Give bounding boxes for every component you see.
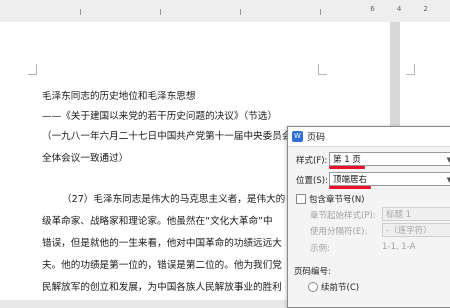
red-underline-annotation — [329, 186, 371, 189]
document-line: 级革命家、战略家和理论家。他虽然在“文化大革命”中 — [42, 216, 273, 227]
crop-mark-left — [28, 64, 37, 75]
chevron-down-icon[interactable]: ▼ — [447, 153, 450, 167]
position-value: 顶端居右 — [333, 175, 368, 185]
crop-mark-next — [406, 64, 415, 75]
continue-radio[interactable] — [308, 282, 318, 292]
include-chapter-label: 包含章节号(N) — [309, 195, 365, 205]
separator-label: 使用分隔符(E): — [310, 227, 368, 237]
ruler-numbers: 6 4 2 — [370, 5, 438, 13]
document-line: 夫。他的功绩是第一位的，错误是第二位的。他为我们党 — [42, 260, 282, 271]
document-line: 错误，但是就他的一生来看，他对中国革命的功绩远远大 — [42, 238, 282, 249]
dialog-title: 页码 — [307, 133, 326, 143]
chapter-style-value: 标题 1 — [386, 210, 412, 220]
separator-value: -（连字符） — [386, 226, 432, 236]
crop-mark-right — [318, 64, 327, 75]
ruler-tick — [160, 9, 161, 15]
wps-writer-icon: W — [292, 131, 303, 142]
chapter-style-label: 章节起始样式(P): — [310, 211, 376, 221]
dialog-title-bar[interactable]: W 页码 — [288, 127, 450, 147]
document-line: 全体会议一致通过） — [42, 153, 129, 164]
numbering-label: 页码编号: — [294, 267, 331, 277]
position-label: 位置(S): — [296, 176, 328, 186]
style-label: 样式(F): — [296, 156, 328, 166]
continue-label: 续前节(C) — [321, 283, 360, 293]
chevron-down-icon[interactable]: ▼ — [447, 173, 450, 187]
ruler-tick — [320, 9, 321, 15]
page-number-dialog[interactable]: W 页码 样式(F): 第 1 页 ▼ 位置(S): 顶端居右 ▼ 包含章节号(… — [287, 126, 450, 308]
example-label: 示例: — [310, 244, 330, 254]
ruler: 6 4 2 — [0, 0, 450, 23]
chapter-style-select[interactable]: 标题 1 — [382, 207, 450, 221]
ruler-tick — [240, 9, 241, 15]
include-chapter-checkbox[interactable] — [296, 194, 306, 204]
document-line: ——《关于建国以来党的若干历史问题的决议》（节选） — [42, 111, 278, 122]
red-underline-annotation — [329, 166, 365, 169]
style-value: 第 1 页 — [333, 155, 361, 165]
document-line: （27）毛泽东同志是伟大的马克思主义者，是伟大的 — [62, 194, 286, 205]
document-line: 民解放军的创立和发展，为中国各族人民解放事业的胜利 — [42, 282, 282, 293]
example-value: 1-1, 1-A — [382, 242, 416, 252]
document-line: 毛泽东同志的历史地位和毛泽东思想 — [42, 91, 196, 102]
separator-select[interactable]: -（连字符） — [382, 223, 450, 237]
style-select[interactable]: 第 1 页 ▼ — [329, 152, 450, 166]
ruler-tick — [80, 9, 81, 15]
document-line: （一九八一年六月二十七日中国共产党第十一届中央委员会 — [42, 131, 292, 142]
position-select[interactable]: 顶端居右 ▼ — [329, 172, 450, 186]
